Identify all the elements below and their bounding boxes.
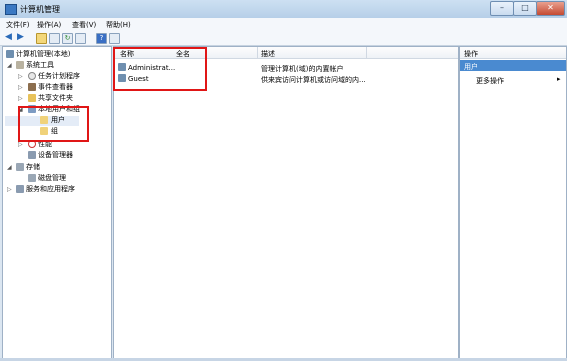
minimize-button[interactable]: – [490, 1, 514, 16]
maximize-button[interactable]: □ [513, 1, 537, 16]
services-icon [16, 185, 24, 193]
computer-management-icon [5, 4, 17, 15]
computer-management-window: 计算机管理 – □ ✕ 文件(F) 操作(A) 查看(V) 帮助(H) ◀ ▶ … [0, 0, 567, 361]
storage-icon [16, 163, 24, 171]
properties-icon[interactable] [109, 33, 120, 44]
event-viewer-icon [28, 83, 36, 91]
show-tree-icon[interactable] [49, 33, 60, 44]
back-icon[interactable]: ◀ [4, 33, 13, 42]
menu-file[interactable]: 文件(F) [6, 20, 30, 30]
computer-icon [6, 50, 14, 58]
menu-view[interactable]: 查看(V) [72, 20, 96, 30]
actions-pane: 操作 用户 更多操作 ▸ [459, 46, 567, 360]
tools-icon [16, 61, 24, 69]
device-manager-icon [28, 151, 36, 159]
collapse-icon[interactable]: ◢ [7, 164, 13, 171]
title-bar: 计算机管理 – □ ✕ [0, 0, 567, 18]
menu-help[interactable]: 帮助(H) [106, 20, 131, 30]
column-divider[interactable] [366, 47, 367, 58]
column-divider[interactable] [257, 47, 258, 58]
disk-icon [28, 174, 36, 182]
column-description[interactable]: 描述 [261, 49, 275, 59]
navigation-tree: 计算机管理(本地) ◢ 系统工具 ▷ 任务计划程序 ▷ 事件查看器 ▷ 共享文件… [2, 46, 112, 360]
clock-icon [28, 72, 36, 80]
export-list-icon[interactable] [75, 33, 86, 44]
refresh-icon[interactable]: ↻ [62, 33, 73, 44]
more-actions-item[interactable]: 更多操作 ▸ [460, 74, 566, 85]
submenu-arrow-icon: ▸ [557, 75, 561, 83]
user-list-pane: 名称 全名 描述 Administrat... 管理计算机(域)的内置帐户 Gu… [113, 46, 459, 360]
actions-section-users[interactable]: 用户 [460, 60, 566, 71]
expand-icon[interactable]: ▷ [18, 73, 24, 80]
menu-action[interactable]: 操作(A) [37, 20, 61, 30]
window-title: 计算机管理 [20, 5, 60, 14]
menu-bar: 文件(F) 操作(A) 查看(V) 帮助(H) [0, 18, 567, 32]
shared-folder-icon [28, 94, 36, 102]
expand-icon[interactable]: ▷ [7, 186, 13, 193]
up-folder-icon[interactable] [36, 33, 47, 44]
highlight-box-user-list [113, 47, 207, 91]
close-button[interactable]: ✕ [536, 1, 565, 16]
expand-icon[interactable]: ▷ [18, 84, 24, 91]
expand-icon[interactable]: ▷ [18, 95, 24, 102]
actions-header: 操作 [460, 47, 566, 59]
collapse-icon[interactable]: ◢ [7, 62, 13, 69]
highlight-box-local-users [18, 106, 89, 142]
forward-icon[interactable]: ▶ [16, 33, 25, 42]
help-icon[interactable]: ? [96, 33, 107, 44]
toolbar: ◀ ▶ ↻ ? [0, 31, 567, 46]
expand-icon[interactable]: ▷ [18, 141, 24, 148]
